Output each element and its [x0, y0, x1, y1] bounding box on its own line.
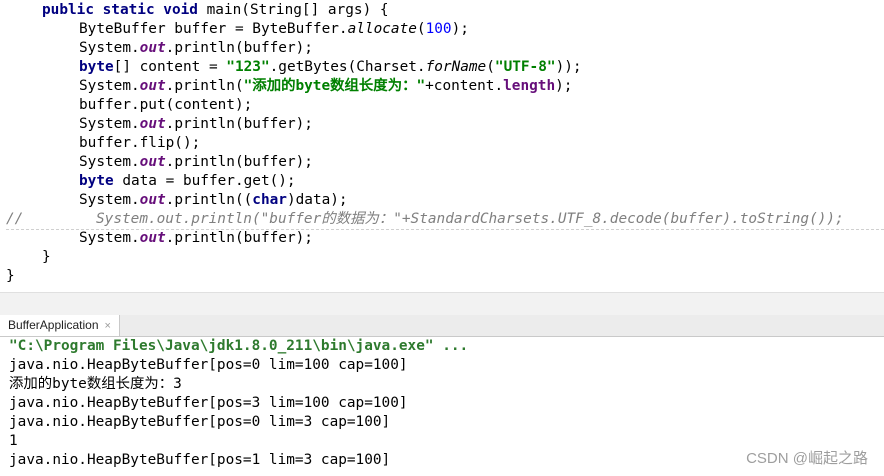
- code-text: .println(buffer);: [165, 154, 313, 170]
- code-text: )data);: [286, 192, 348, 208]
- code-text: System.: [79, 230, 140, 246]
- code-text: [] content =: [113, 59, 227, 75]
- code-text: );: [555, 78, 573, 94]
- run-tool-window-header: BufferApplication ×: [0, 315, 884, 337]
- code-line-flip[interactable]: buffer.flip();: [79, 134, 200, 153]
- code-line-allocate[interactable]: ByteBuffer buffer = ByteBuffer.allocate(…: [79, 20, 469, 39]
- code-text: System.: [79, 40, 140, 56]
- console-output-line: java.nio.HeapByteBuffer[pos=3 lim=100 ca…: [9, 395, 408, 411]
- code-line-print-buffer-1[interactable]: System.out.println(buffer);: [79, 39, 313, 58]
- code-line-method-signature[interactable]: public static void main(String[] args) {: [42, 1, 389, 20]
- field-length: length: [503, 78, 556, 94]
- console-output-line: java.nio.HeapByteBuffer[pos=1 lim=3 cap=…: [9, 452, 391, 468]
- run-tab-buffer-application[interactable]: BufferApplication ×: [0, 315, 120, 336]
- code-text: ByteBuffer buffer = ByteBuffer.: [79, 21, 348, 37]
- keyword-public-static-void: public static void: [42, 2, 207, 18]
- code-text: System.: [79, 78, 140, 94]
- code-line-byte-content[interactable]: byte[] content = "123".getBytes(Charset.…: [79, 58, 582, 77]
- code-text: (: [416, 21, 426, 37]
- csdn-watermark: CSDN @崛起之路: [746, 450, 868, 467]
- code-line-put[interactable]: buffer.put(content);: [79, 96, 252, 115]
- code-line-class-close[interactable]: }: [6, 267, 15, 286]
- code-text: +content.: [425, 78, 504, 94]
- code-text: data = buffer.get();: [113, 173, 296, 189]
- console-output-line: java.nio.HeapByteBuffer[pos=0 lim=100 ca…: [9, 357, 408, 373]
- static-method-call: forName: [425, 59, 487, 75]
- code-text: .getBytes(Charset.: [269, 59, 426, 75]
- code-text: .println(: [165, 78, 244, 94]
- run-tab-label: BufferApplication: [8, 318, 99, 332]
- string-literal: "123": [226, 59, 270, 75]
- code-line-print-buffer-3[interactable]: System.out.println(buffer);: [79, 153, 313, 172]
- code-text: (: [486, 59, 495, 75]
- code-line-print-buffer-2[interactable]: System.out.println(buffer);: [79, 115, 313, 134]
- code-line-commented-out[interactable]: //: [6, 210, 23, 229]
- comment-slashes: //: [6, 211, 24, 227]
- code-text: );: [451, 21, 469, 37]
- code-text: .println((: [165, 192, 253, 208]
- keyword-byte: byte: [79, 59, 114, 75]
- commented-statement: System.out.println("buffer的数据为："+Standar…: [96, 211, 844, 227]
- static-field-out: out: [139, 78, 166, 94]
- code-text: .println(buffer);: [165, 40, 313, 56]
- console-command-line[interactable]: "C:\Program Files\Java\jdk1.8.0_211\bin\…: [9, 337, 468, 356]
- static-field-out: out: [139, 192, 166, 208]
- string-literal: "UTF-8": [494, 59, 556, 75]
- code-line-print-length[interactable]: System.out.println("添加的byte数组长度为："+conte…: [79, 77, 572, 96]
- method-signature-text: main(String[] args) {: [206, 2, 389, 18]
- panel-splitter[interactable]: [0, 292, 884, 316]
- number-literal: 100: [425, 21, 452, 37]
- keyword-byte: byte: [79, 173, 114, 189]
- static-field-out: out: [139, 116, 166, 132]
- static-field-out: out: [139, 230, 166, 246]
- console-output-line: java.nio.HeapByteBuffer[pos=0 lim=3 cap=…: [9, 414, 391, 430]
- code-line-print-char[interactable]: System.out.println((char)data);: [79, 191, 348, 210]
- code-editor[interactable]: public static void main(String[] args) {…: [0, 0, 884, 292]
- code-text: System.: [79, 116, 140, 132]
- close-icon[interactable]: ×: [105, 320, 111, 332]
- code-text: .println(buffer);: [165, 230, 313, 246]
- code-text: ));: [555, 59, 582, 75]
- code-text: System.: [79, 192, 140, 208]
- code-line-byte-data[interactable]: byte data = buffer.get();: [79, 172, 296, 191]
- code-line-print-buffer-4[interactable]: System.out.println(buffer);: [79, 229, 313, 248]
- console-output-line: 添加的byte数组长度为：3: [9, 376, 182, 392]
- string-literal: "添加的byte数组长度为：": [243, 78, 426, 94]
- static-field-out: out: [139, 40, 166, 56]
- code-line-method-close[interactable]: }: [42, 248, 51, 267]
- keyword-char: char: [252, 192, 287, 208]
- static-field-out: out: [139, 154, 166, 170]
- console-output-line: 1: [9, 433, 18, 449]
- code-text: .println(buffer);: [165, 116, 313, 132]
- static-method-call: allocate: [347, 21, 417, 37]
- code-text: System.: [79, 154, 140, 170]
